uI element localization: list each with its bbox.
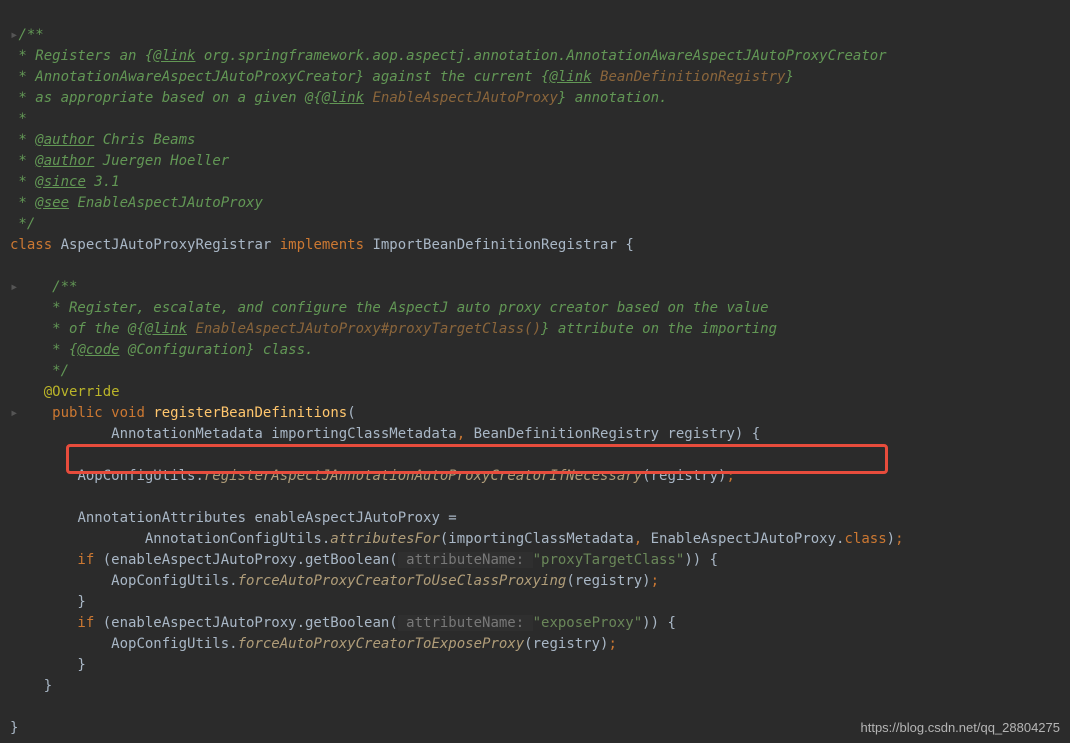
class-keyword: class: [10, 237, 61, 253]
doc-open: /**: [18, 27, 43, 43]
implements-interface: ImportBeanDefinitionRegistrar {: [372, 237, 633, 253]
string-literal: "proxyTargetClass": [533, 552, 685, 568]
watermark: https://blog.csdn.net/qq_28804275: [861, 718, 1061, 738]
doc-l3: * as appropriate based on a given @{: [10, 90, 322, 106]
close-brace: }: [10, 594, 86, 610]
inner-doc-open: /**: [18, 279, 77, 295]
doc-close: */: [10, 216, 35, 232]
since-tag: @since: [35, 174, 86, 190]
public-keyword: public: [18, 405, 111, 421]
highlighted-class: AopConfigUtils.: [77, 468, 203, 484]
highlighted-method: registerAspectJAnnotationAutoProxyCreato…: [204, 468, 642, 484]
author-tag: @author: [35, 132, 94, 148]
class-name: AspectJAutoProxyRegistrar: [61, 237, 280, 253]
method-params: AnnotationMetadata importingClassMetadat…: [10, 426, 457, 442]
doc-l1: * Registers an {: [10, 48, 153, 64]
doc-l2: * AnnotationAwareAspectJAutoProxyCreator…: [10, 69, 549, 85]
annotation-attrs-decl: AnnotationAttributes enableAspectJAutoPr…: [77, 510, 456, 526]
if-keyword: if: [10, 552, 103, 568]
parameter-hint: attributeName:: [398, 552, 533, 568]
close-method-brace: }: [10, 678, 52, 694]
method-name: registerBeanDefinitions: [153, 405, 347, 421]
code-editor[interactable]: ▸/** * Registers an {@link org.springfra…: [0, 0, 1070, 743]
doc-link-tag: @link: [153, 48, 195, 64]
override-annotation: @Override: [10, 384, 120, 400]
close-class-brace: }: [10, 720, 18, 736]
see-tag: @see: [35, 195, 69, 211]
